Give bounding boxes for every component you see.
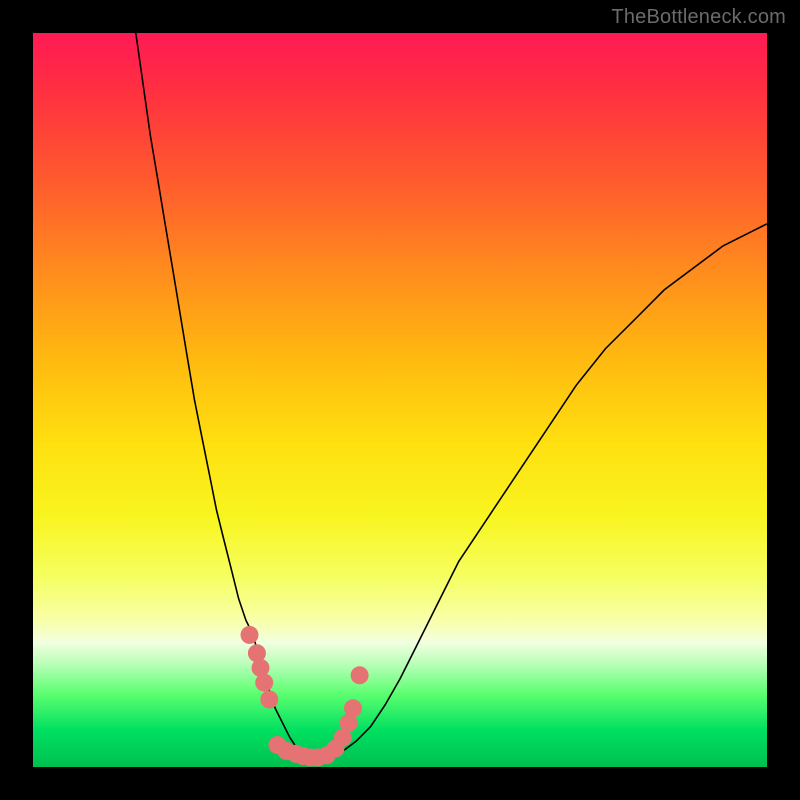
- data-dot: [241, 626, 259, 644]
- data-dot: [260, 691, 278, 709]
- watermark-text: TheBottleneck.com: [611, 6, 786, 29]
- data-dot: [351, 666, 369, 684]
- chart-frame: TheBottleneck.com: [0, 0, 800, 800]
- chart-title: [0, 0, 1, 1]
- right-branch-curve: [312, 224, 767, 763]
- left-branch-curve: [136, 33, 312, 763]
- plot-area: [33, 33, 767, 767]
- data-dot: [344, 699, 362, 717]
- curve-group: [136, 33, 767, 763]
- chart-svg: [33, 33, 767, 767]
- data-dot: [255, 674, 273, 692]
